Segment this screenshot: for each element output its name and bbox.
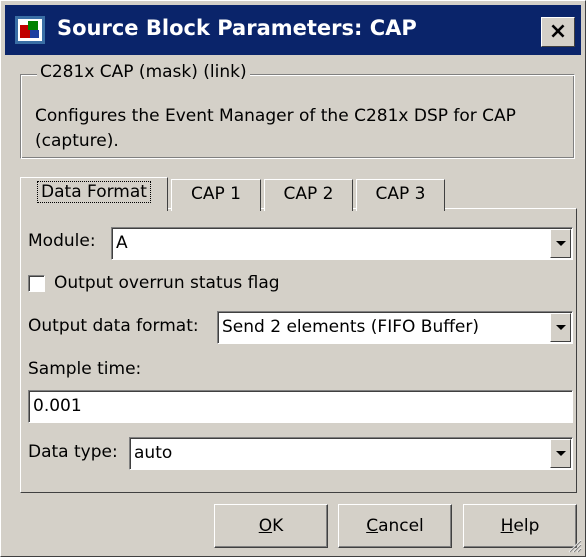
- chevron-down-icon[interactable]: [550, 313, 571, 342]
- module-value: A: [116, 233, 128, 253]
- output-format-value: Send 2 elements (FIFO Buffer): [222, 317, 480, 337]
- window-title: Source Block Parameters: CAP: [57, 16, 417, 40]
- data-type-value: auto: [134, 443, 173, 463]
- tab-label: Data Format: [37, 181, 151, 203]
- close-icon: ×: [548, 19, 568, 44]
- help-label-rest: elp: [513, 516, 540, 536]
- sample-time-value: 0.001: [33, 396, 82, 416]
- sample-time-input[interactable]: 0.001: [28, 390, 573, 423]
- chevron-down-icon[interactable]: [550, 229, 571, 258]
- output-format-label: Output data format:: [28, 316, 199, 336]
- cancel-mnemonic: C: [366, 516, 379, 536]
- ok-mnemonic: O: [258, 516, 273, 536]
- tab-cap-1[interactable]: CAP 1: [171, 179, 261, 211]
- cancel-label-rest: ancel: [378, 516, 424, 536]
- overrun-label[interactable]: Output overrun status flag: [54, 273, 280, 293]
- module-label: Module:: [28, 231, 96, 251]
- module-select[interactable]: A: [111, 227, 573, 260]
- data-type-label: Data type:: [28, 442, 118, 462]
- help-mnemonic: H: [500, 516, 514, 536]
- ok-label-rest: K: [272, 516, 284, 536]
- group-title: C281x CAP (mask) (link): [37, 62, 250, 82]
- tab-label: CAP 2: [283, 184, 334, 204]
- sample-time-label: Sample time:: [28, 359, 142, 379]
- block-description: Configures the Event Manager of the C281…: [35, 106, 516, 151]
- simulink-block-icon: [15, 16, 45, 44]
- ok-button[interactable]: OK: [214, 504, 328, 548]
- tab-cap-3[interactable]: CAP 3: [356, 179, 445, 211]
- title-bar[interactable]: Source Block Parameters: CAP ×: [5, 5, 581, 55]
- data-type-select[interactable]: auto: [129, 437, 573, 470]
- tab-label: CAP 1: [191, 184, 241, 204]
- tab-cap-2[interactable]: CAP 2: [264, 179, 353, 211]
- resize-grip-icon[interactable]: [568, 539, 582, 553]
- chevron-down-icon[interactable]: [550, 439, 571, 468]
- output-format-select[interactable]: Send 2 elements (FIFO Buffer): [217, 311, 573, 344]
- overrun-checkbox[interactable]: [28, 275, 45, 292]
- cancel-button[interactable]: Cancel: [338, 504, 452, 548]
- dialog-window: Source Block Parameters: CAP × C281x CAP…: [0, 0, 586, 557]
- tab-data-format[interactable]: Data Format: [20, 177, 168, 211]
- close-button[interactable]: ×: [541, 17, 575, 47]
- help-button[interactable]: Help: [463, 504, 577, 548]
- tab-label: CAP 3: [375, 184, 426, 204]
